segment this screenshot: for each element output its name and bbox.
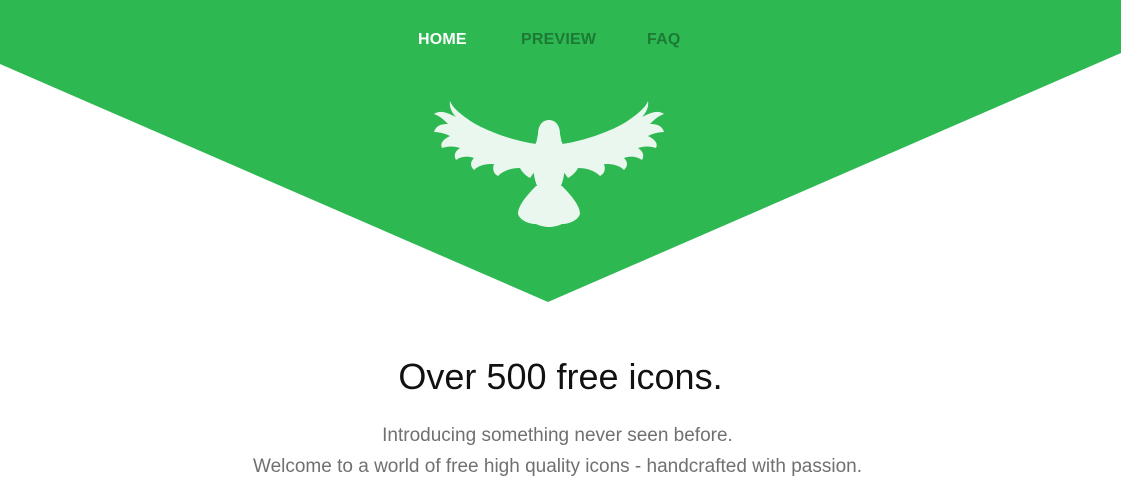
- nav-item-home[interactable]: HOME: [418, 30, 467, 50]
- bird-icon: [434, 101, 664, 227]
- subtitle-line-2: Welcome to a world of free high quality …: [252, 456, 863, 477]
- top-nav: HOME PREVIEW FAQ: [0, 30, 1121, 50]
- landing-page: HOME PREVIEW FAQ Over 500 free icons. In…: [0, 0, 1121, 499]
- page-headline: Over 500 free icons.: [398, 356, 723, 397]
- nav-item-faq[interactable]: FAQ: [647, 30, 681, 50]
- subtitle-line-1: Introducing something never seen before.: [382, 425, 733, 446]
- nav-item-preview[interactable]: PREVIEW: [521, 30, 596, 50]
